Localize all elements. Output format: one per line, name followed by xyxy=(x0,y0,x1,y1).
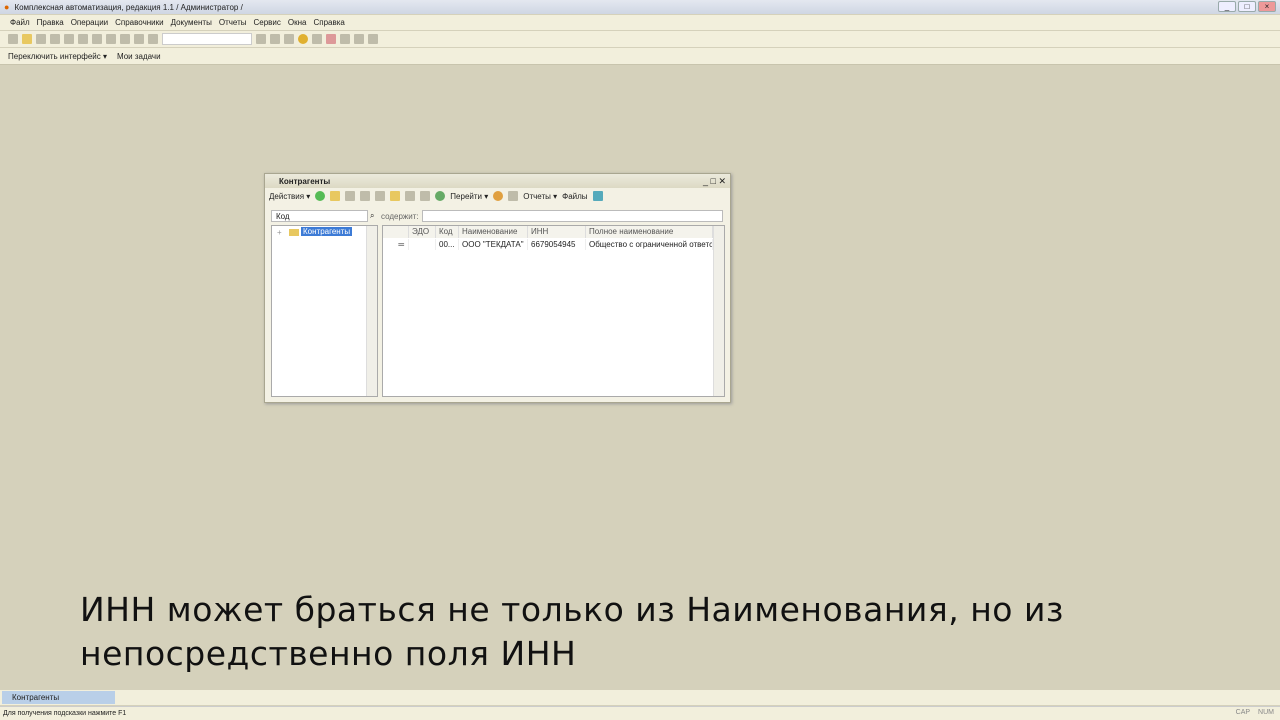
switch-interface-button[interactable]: Переключить интерфейс ▾ xyxy=(8,52,107,61)
reports-menu[interactable]: Отчеты ▾ xyxy=(523,192,557,201)
memory-icon[interactable] xyxy=(354,34,364,44)
expand-icon[interactable]: + xyxy=(277,228,282,237)
window-minimize-button[interactable]: _ xyxy=(703,176,708,186)
col-code[interactable]: Код xyxy=(436,226,459,238)
filter-field-select[interactable]: Код xyxy=(271,210,368,222)
users-icon[interactable] xyxy=(340,34,350,44)
filter-clear-icon[interactable] xyxy=(420,191,431,201)
table-scrollbar[interactable] xyxy=(713,226,724,396)
filter-search-icon[interactable]: ⌕ xyxy=(370,211,374,221)
app-logo-icon: ● xyxy=(4,2,10,12)
copy-icon[interactable] xyxy=(64,34,74,44)
window-toolbar: Действия ▾ Перейти ▾ Отчеты ▾ Файлы xyxy=(265,188,730,204)
cell-code: 00... xyxy=(436,239,459,250)
window-close-button[interactable]: ✕ xyxy=(718,176,726,186)
group-tree: + Контрагенты xyxy=(271,225,378,397)
caption-overlay: ИНН может браться не только из Наименова… xyxy=(80,588,1064,676)
window-taskbar: Контрагенты xyxy=(0,690,1280,705)
print-icon[interactable] xyxy=(92,34,102,44)
menu-bar: Файл Правка Операции Справочники Докумен… xyxy=(0,15,1280,30)
delete-icon[interactable] xyxy=(375,191,386,201)
info-icon[interactable] xyxy=(298,34,308,44)
cell-name: ООО "ТЕКДАТА" xyxy=(459,239,528,250)
settings-icon[interactable] xyxy=(368,34,378,44)
goto-menu[interactable]: Перейти ▾ xyxy=(450,192,488,201)
save-icon[interactable] xyxy=(36,34,46,44)
maximize-button[interactable]: □ xyxy=(1238,1,1256,12)
menu-documents[interactable]: Документы xyxy=(171,18,212,27)
window-maximize-button[interactable]: □ xyxy=(711,176,716,186)
filter-value-input[interactable] xyxy=(422,210,723,222)
edit-icon[interactable] xyxy=(360,191,371,201)
redo-icon[interactable] xyxy=(134,34,144,44)
find-icon[interactable] xyxy=(148,34,158,44)
app-title: Комплексная автоматизация, редакция 1.1 … xyxy=(14,2,243,12)
tree-scrollbar[interactable] xyxy=(366,226,377,396)
tree-item-root[interactable]: Контрагенты xyxy=(301,227,353,236)
taskbar-item-counterparties[interactable]: Контрагенты xyxy=(2,691,115,704)
search-prev-icon[interactable] xyxy=(270,34,280,44)
close-button[interactable]: × xyxy=(1258,1,1276,12)
cell-edo xyxy=(409,239,436,250)
caption-line-2: непосредственно поля ИНН xyxy=(80,634,577,673)
num-indicator: NUM xyxy=(1258,709,1274,716)
folder-icon xyxy=(289,229,299,236)
app-titlebar: ● Комплексная автоматизация, редакция 1.… xyxy=(0,0,1280,14)
search-next-icon[interactable] xyxy=(256,34,266,44)
window-title: Контрагенты xyxy=(279,176,331,186)
add-icon[interactable] xyxy=(315,191,326,201)
undo-icon[interactable] xyxy=(120,34,130,44)
open-icon[interactable] xyxy=(22,34,32,44)
menu-edit[interactable]: Правка xyxy=(37,18,64,27)
files-button[interactable]: Файлы xyxy=(562,192,587,201)
filter-row: Код ⌕ содержит: xyxy=(271,210,724,223)
cell-inn: 6679054945 xyxy=(528,239,586,250)
col-name[interactable]: Наименование xyxy=(459,226,528,238)
caption-line-1: ИНН может браться не только из Наименова… xyxy=(80,590,1064,629)
col-full-name[interactable]: Полное наименование xyxy=(586,226,713,238)
menu-service[interactable]: Сервис xyxy=(254,18,281,27)
menu-windows[interactable]: Окна xyxy=(288,18,307,27)
preview-icon[interactable] xyxy=(106,34,116,44)
menu-operations[interactable]: Операции xyxy=(71,18,108,27)
status-bar: Для получения подсказки нажмите F1 xyxy=(0,706,1280,720)
secondary-toolbar: Переключить интерфейс ▾ Мои задачи xyxy=(0,48,1280,65)
refresh-icon[interactable] xyxy=(435,191,446,201)
menu-reports[interactable]: Отчеты xyxy=(219,18,247,27)
new-icon[interactable] xyxy=(8,34,18,44)
add-folder-icon[interactable] xyxy=(330,191,341,201)
cut-icon[interactable] xyxy=(50,34,60,44)
my-tasks-button[interactable]: Мои задачи xyxy=(117,52,161,61)
items-table: ЭДО Код Наименование ИНН Полное наименов… xyxy=(382,225,725,397)
cell-full-name: Общество с ограниченной ответс... xyxy=(586,239,713,250)
calendar-icon[interactable] xyxy=(312,34,322,44)
menu-help[interactable]: Справка xyxy=(314,18,345,27)
paste-icon[interactable] xyxy=(78,34,88,44)
menu-catalogs[interactable]: Справочники xyxy=(115,18,163,27)
menu-file[interactable]: Файл xyxy=(10,18,30,27)
hierarchy-icon[interactable] xyxy=(390,191,401,201)
main-toolbar xyxy=(0,31,1280,47)
col-marker[interactable] xyxy=(383,226,409,238)
list-icon[interactable] xyxy=(508,191,519,201)
copy-item-icon[interactable] xyxy=(345,191,356,201)
row-marker-icon: ═ xyxy=(383,239,409,250)
contains-label: содержит: xyxy=(381,212,419,221)
calculator-icon[interactable] xyxy=(326,34,336,44)
print-icon[interactable] xyxy=(592,191,603,201)
col-edo[interactable]: ЭДО xyxy=(409,226,436,238)
minimize-button[interactable]: _ xyxy=(1218,1,1236,12)
search-input[interactable] xyxy=(162,33,252,45)
caps-indicator: CAP xyxy=(1235,709,1251,716)
window-icon[interactable] xyxy=(284,34,294,44)
window-titlebar: Контрагенты _ □ ✕ xyxy=(265,174,730,188)
filter-icon[interactable] xyxy=(405,191,416,201)
col-inn[interactable]: ИНН xyxy=(528,226,586,238)
actions-menu[interactable]: Действия ▾ xyxy=(269,192,310,201)
help-icon[interactable] xyxy=(493,191,504,201)
counterparties-window: Контрагенты _ □ ✕ Действия ▾ Перейти ▾ О… xyxy=(264,173,731,403)
